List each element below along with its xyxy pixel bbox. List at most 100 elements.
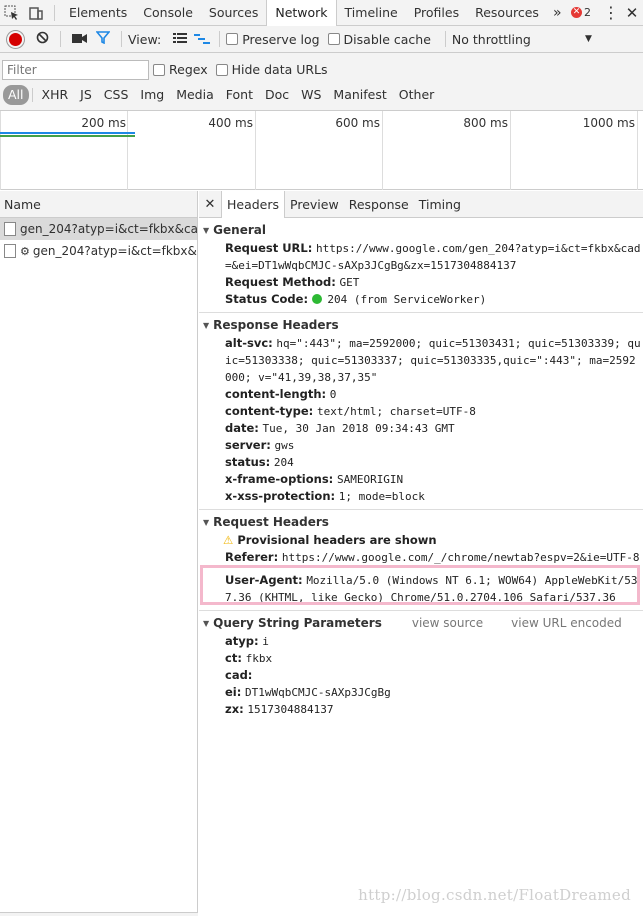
inspect-element-icon[interactable]	[0, 1, 24, 25]
close-details-icon[interactable]: ✕	[199, 197, 221, 212]
query-params-header[interactable]: ▼ Query String Parameters view source vi…	[199, 614, 643, 633]
type-filter-ws[interactable]: WS	[295, 85, 327, 105]
tab-response[interactable]: Response	[344, 191, 414, 218]
type-filter-img[interactable]: Img	[134, 85, 170, 105]
param-row: ct: fkbx	[199, 650, 643, 667]
header-key: content-type:	[225, 404, 314, 418]
tab-network[interactable]: Network	[266, 0, 337, 26]
error-icon: ✕	[571, 7, 582, 18]
warning-icon: ⚠	[223, 533, 234, 547]
filter-input[interactable]	[2, 60, 149, 80]
checkbox-box	[327, 33, 340, 45]
response-headers-header[interactable]: ▼ Response Headers	[199, 316, 643, 335]
timeline-tick	[255, 111, 256, 190]
request-headers-section: ▼ Request Headers ⚠ Provisional headers a…	[199, 513, 643, 611]
header-key: Request URL:	[225, 241, 313, 255]
request-name: gen_204?atyp=i&ct=fkbx&c...	[32, 244, 197, 258]
large-rows-icon[interactable]	[169, 32, 191, 47]
header-row: Status Code: 204 (from ServiceWorker)	[199, 291, 643, 308]
timeline-tick	[127, 111, 128, 190]
filter-icon[interactable]	[91, 31, 115, 47]
status-bar	[0, 912, 198, 916]
header-key: status:	[225, 455, 271, 469]
header-row: Referer: https://www.google.com/_/chrome…	[199, 549, 643, 566]
hide-data-urls-checkbox[interactable]: Hide data URLs	[215, 62, 328, 77]
throttling-value: No throttling	[451, 31, 531, 47]
request-row[interactable]: ⚙ gen_204?atyp=i&ct=fkbx&c...	[0, 240, 197, 262]
regex-label: Regex	[169, 62, 208, 77]
close-devtools-icon[interactable]: ✕	[621, 4, 643, 22]
type-filter-font[interactable]: Font	[220, 85, 259, 105]
response-headers-title: Response Headers	[213, 318, 339, 332]
type-filter-xhr[interactable]: XHR	[36, 85, 75, 105]
preserve-log-label: Preserve log	[242, 31, 320, 47]
request-headers-header[interactable]: ▼ Request Headers	[199, 513, 643, 532]
record-button[interactable]	[9, 32, 22, 46]
capture-screenshots-icon[interactable]	[67, 32, 91, 47]
toolbar-separator	[219, 31, 221, 47]
param-key: zx:	[225, 702, 244, 716]
header-row: content-type: text/html; charset=UTF-8	[199, 403, 643, 420]
header-row: content-length: 0	[199, 386, 643, 403]
header-key: Request Method:	[225, 275, 336, 289]
tab-elements[interactable]: Elements	[61, 0, 135, 25]
more-tabs-button[interactable]: »	[547, 5, 568, 21]
hide-data-urls-label: Hide data URLs	[231, 62, 328, 77]
tab-headers[interactable]: Headers	[221, 191, 286, 218]
param-key: ei:	[225, 685, 242, 699]
throttling-select[interactable]: No throttling ▼	[452, 32, 592, 47]
disable-cache-checkbox[interactable]: Disable cache	[327, 31, 431, 47]
header-key: Referer:	[225, 550, 279, 564]
regex-checkbox[interactable]: Regex	[153, 62, 208, 77]
request-name: gen_204?atyp=i&ct=fkbx&cad...	[20, 222, 197, 236]
expand-triangle-icon: ▼	[203, 518, 210, 527]
request-row[interactable]: gen_204?atyp=i&ct=fkbx&cad...	[0, 218, 197, 240]
tab-sources[interactable]: Sources	[201, 0, 266, 25]
tab-console[interactable]: Console	[135, 0, 201, 25]
view-source-link[interactable]: view source	[412, 614, 483, 633]
query-params-title: Query String Parameters	[213, 616, 382, 630]
view-url-encoded-link[interactable]: view URL encoded	[511, 614, 622, 633]
tab-timeline[interactable]: Timeline	[337, 0, 406, 25]
clear-icon[interactable]	[30, 31, 54, 47]
watermark: http://blog.csdn.net/FloatDreamed	[358, 886, 631, 904]
tab-resources[interactable]: Resources	[467, 0, 547, 25]
toolbar-separator	[60, 31, 61, 47]
header-key: Status Code:	[225, 292, 309, 306]
type-filter-manifest[interactable]: Manifest	[327, 85, 392, 105]
preserve-log-checkbox[interactable]: Preserve log	[226, 31, 320, 47]
tab-timing[interactable]: Timing	[414, 191, 466, 218]
header-value: 204 (from ServiceWorker)	[327, 293, 487, 306]
overview-icon[interactable]	[191, 32, 213, 47]
timeline-tick-label: 200 ms	[81, 116, 126, 130]
name-column-header[interactable]: Name	[0, 191, 197, 218]
filter-bar: Regex Hide data URLs All XHR JS CSS Img …	[0, 53, 643, 111]
header-key: x-xss-protection:	[225, 489, 336, 503]
type-filter-other[interactable]: Other	[393, 85, 441, 105]
type-filter-js[interactable]: JS	[74, 85, 98, 105]
tab-profiles[interactable]: Profiles	[406, 0, 467, 25]
disable-cache-label: Disable cache	[343, 31, 431, 47]
device-toolbar-icon[interactable]	[24, 1, 48, 25]
network-toolbar: View: Preserve log Disable cache No thro…	[0, 26, 643, 53]
type-filter-doc[interactable]: Doc	[259, 85, 295, 105]
error-counter[interactable]: ✕ 2	[571, 6, 591, 19]
header-key: content-length:	[225, 387, 327, 401]
response-headers-section: ▼ Response Headers alt-svc: hq=":443"; m…	[199, 316, 643, 510]
header-value: text/html; charset=UTF-8	[316, 405, 476, 418]
header-key: date:	[225, 421, 259, 435]
type-filter-css[interactable]: CSS	[98, 85, 135, 105]
tab-preview[interactable]: Preview	[285, 191, 344, 218]
timeline-request-bar	[0, 135, 135, 137]
header-value: https://www.google.com/_/chrome/newtab?e…	[281, 551, 640, 564]
toolbar-separator	[121, 31, 122, 47]
type-filter-media[interactable]: Media	[170, 85, 220, 105]
timeline-tick	[637, 111, 638, 190]
timeline-overview[interactable]: 200 ms 400 ms 600 ms 800 ms 1000 ms	[0, 111, 643, 190]
general-section: ▼ General Request URL: https://www.googl…	[199, 221, 643, 313]
param-key: ct:	[225, 651, 242, 665]
more-options-icon[interactable]: ⋮	[601, 0, 621, 26]
general-section-header[interactable]: ▼ General	[199, 221, 643, 240]
type-filter-all[interactable]: All	[3, 85, 29, 105]
resource-type-filters: All XHR JS CSS Img Media Font Doc WS Man…	[3, 85, 440, 105]
